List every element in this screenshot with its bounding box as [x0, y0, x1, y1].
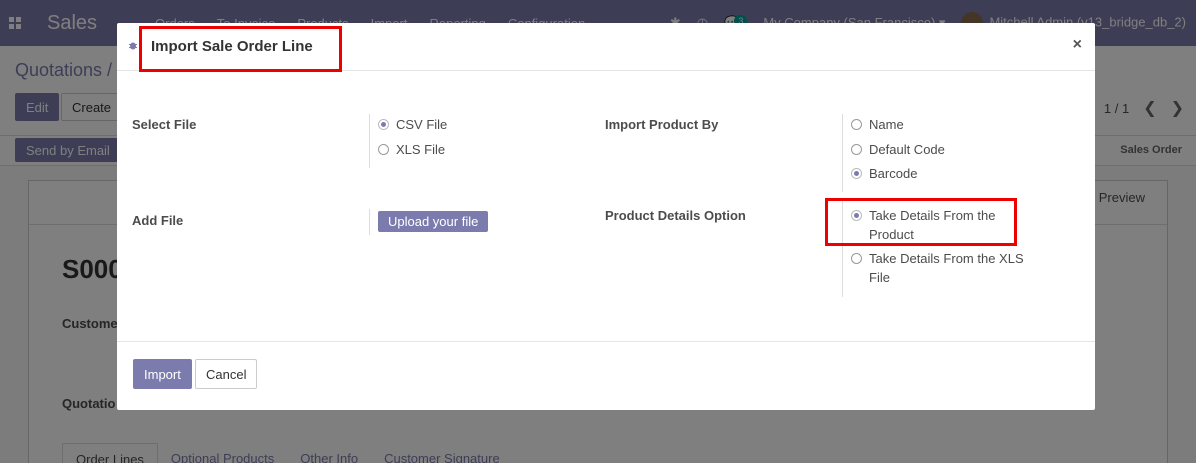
- radio-csv-file[interactable]: CSV File: [378, 115, 447, 134]
- radio-name[interactable]: Name: [851, 115, 904, 134]
- title-highlight-box: [139, 26, 342, 72]
- divider: [842, 114, 843, 192]
- radio-barcode[interactable]: Barcode: [851, 164, 917, 183]
- import-button[interactable]: Import: [133, 359, 192, 389]
- radio-unchecked-icon: [851, 119, 862, 130]
- cancel-button[interactable]: Cancel: [195, 359, 258, 389]
- dialog-header: Import Sale Order Line ×: [117, 23, 1095, 72]
- radio-checked-icon: [378, 119, 389, 130]
- radio-label: Barcode: [869, 166, 918, 181]
- details-highlight-box: [825, 198, 1017, 246]
- select-file-label: Select File: [132, 117, 197, 132]
- radio-checked-icon: [851, 168, 862, 179]
- radio-label: Name: [869, 117, 904, 132]
- dialog-footer: Import Cancel: [117, 341, 1095, 410]
- radio-label: Take Details From the XLS File: [869, 251, 1024, 285]
- product-details-option-label: Product Details Option: [605, 208, 746, 223]
- divider: [369, 114, 370, 168]
- import-product-by-label: Import Product By: [605, 117, 719, 132]
- radio-unchecked-icon: [378, 144, 389, 155]
- radio-label: Default Code: [869, 142, 945, 157]
- import-dialog: Import Sale Order Line × Select File CSV…: [117, 23, 1095, 410]
- radio-details-from-xls[interactable]: Take Details From the XLS File: [851, 249, 1041, 287]
- divider: [369, 209, 370, 235]
- upload-file-button[interactable]: Upload your file: [378, 211, 489, 232]
- close-icon[interactable]: ×: [1073, 36, 1082, 54]
- add-file-label: Add File: [132, 213, 184, 228]
- bug-icon: [129, 42, 137, 50]
- radio-default-code[interactable]: Default Code: [851, 140, 945, 159]
- radio-unchecked-icon: [851, 144, 862, 155]
- radio-label: CSV File: [396, 117, 448, 132]
- radio-unchecked-icon: [851, 253, 862, 264]
- radio-label: XLS File: [396, 142, 446, 157]
- radio-xls-file[interactable]: XLS File: [378, 140, 445, 159]
